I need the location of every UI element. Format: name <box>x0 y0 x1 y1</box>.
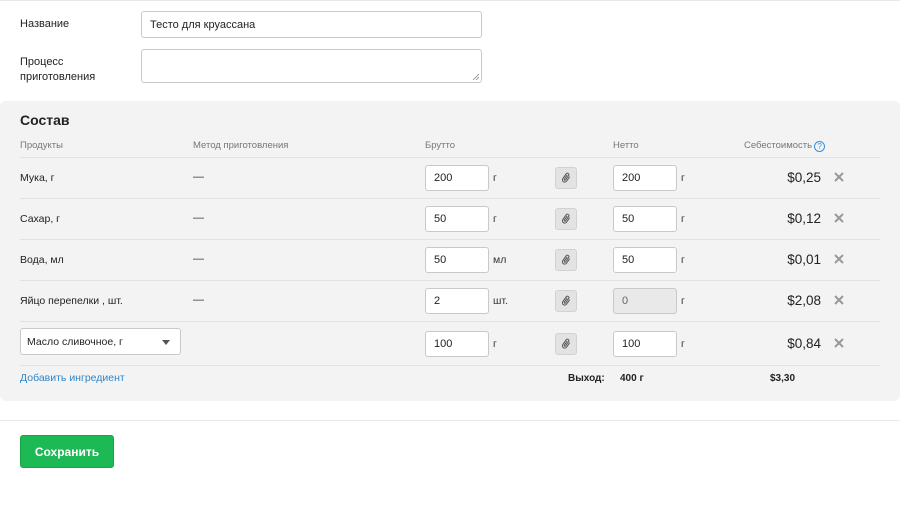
product-name: Яйцо перепелки , шт. <box>20 295 123 307</box>
cost-value: $0,25 <box>787 170 821 185</box>
remove-icon[interactable] <box>832 336 846 350</box>
process-label: Процесс приготовления <box>20 55 95 85</box>
remove-icon[interactable] <box>832 211 846 225</box>
gross-unit: г <box>493 338 497 350</box>
ingredient-row: Масло сливочное, г г г $0,84 <box>20 321 880 366</box>
header-gross: Брутто <box>425 140 456 151</box>
name-input[interactable] <box>141 11 482 38</box>
gross-unit: г <box>493 213 497 225</box>
gross-input[interactable] <box>425 288 489 314</box>
net-unit: г <box>681 295 685 307</box>
composition-panel: Состав Продукты Метод приготовления Брут… <box>0 101 900 401</box>
net-input[interactable] <box>613 165 677 191</box>
paperclip-icon <box>561 172 570 183</box>
paperclip-icon <box>561 254 570 265</box>
attach-button[interactable] <box>555 249 577 271</box>
paperclip-icon <box>561 213 570 224</box>
ingredient-row: Сахар, г — г г $0,12 <box>20 198 880 239</box>
gross-unit: г <box>493 172 497 184</box>
attach-button[interactable] <box>555 290 577 312</box>
header-cost-label: Себестоимость <box>744 140 813 151</box>
header-method: Метод приготовления <box>193 140 289 151</box>
total-cost: $3,30 <box>770 373 796 384</box>
paperclip-icon <box>561 338 570 349</box>
product-name: Вода, мл <box>20 254 64 266</box>
attach-button[interactable] <box>555 208 577 230</box>
yield-value: 400 г <box>620 373 644 384</box>
product-name: Сахар, г <box>20 213 61 225</box>
ingredient-row: Яйцо перепелки , шт. — шт. г $2,08 <box>20 280 880 321</box>
net-input-disabled <box>613 288 677 314</box>
top-divider <box>0 0 900 1</box>
remove-icon[interactable] <box>832 293 846 307</box>
ingredient-row: Вода, мл — мл г $0,01 <box>20 239 880 280</box>
product-select[interactable]: Масло сливочное, г <box>20 328 181 355</box>
method-value: — <box>193 253 204 265</box>
gross-input[interactable] <box>425 206 489 232</box>
method-value: — <box>193 212 204 224</box>
yield-label: Выход: <box>568 373 605 384</box>
process-label-line2: приготовления <box>20 71 96 83</box>
ingredient-row: Мука, г — г г $0,25 <box>20 157 880 198</box>
cost-value: $0,01 <box>787 252 821 267</box>
gross-input[interactable] <box>425 247 489 273</box>
net-unit: г <box>681 254 685 266</box>
method-value: — <box>193 171 204 183</box>
help-icon[interactable]: ? <box>814 141 826 152</box>
gross-unit: мл <box>493 254 507 266</box>
add-ingredient-link[interactable]: Добавить ингредиент <box>20 372 125 384</box>
net-unit: г <box>681 213 685 225</box>
process-label-line1: Процесс <box>20 56 64 68</box>
cost-value: $0,12 <box>787 211 821 226</box>
header-cost: Себестоимость? <box>744 140 826 152</box>
net-unit: г <box>681 338 685 350</box>
remove-icon[interactable] <box>832 252 846 266</box>
paperclip-icon <box>561 295 570 306</box>
composition-title: Состав <box>20 112 70 128</box>
product-name: Мука, г <box>20 172 55 184</box>
bottom-divider <box>0 420 900 421</box>
header-net: Нетто <box>613 140 639 151</box>
save-button[interactable]: Сохранить <box>20 435 114 468</box>
attach-button[interactable] <box>555 167 577 189</box>
resize-handle-icon[interactable] <box>472 73 479 80</box>
process-textarea[interactable] <box>141 49 482 83</box>
net-unit: г <box>681 172 685 184</box>
gross-unit: шт. <box>493 295 508 307</box>
gross-input[interactable] <box>425 331 489 357</box>
remove-icon[interactable] <box>832 170 846 184</box>
cost-value: $2,08 <box>787 293 821 308</box>
header-products: Продукты <box>20 140 63 151</box>
name-label: Название <box>20 18 70 30</box>
net-input[interactable] <box>613 331 677 357</box>
method-value: — <box>193 294 204 306</box>
chevron-down-icon <box>162 340 170 345</box>
attach-button[interactable] <box>555 333 577 355</box>
cost-value: $0,84 <box>787 336 821 351</box>
net-input[interactable] <box>613 206 677 232</box>
net-input[interactable] <box>613 247 677 273</box>
gross-input[interactable] <box>425 165 489 191</box>
product-select-value: Масло сливочное, г <box>27 336 123 348</box>
